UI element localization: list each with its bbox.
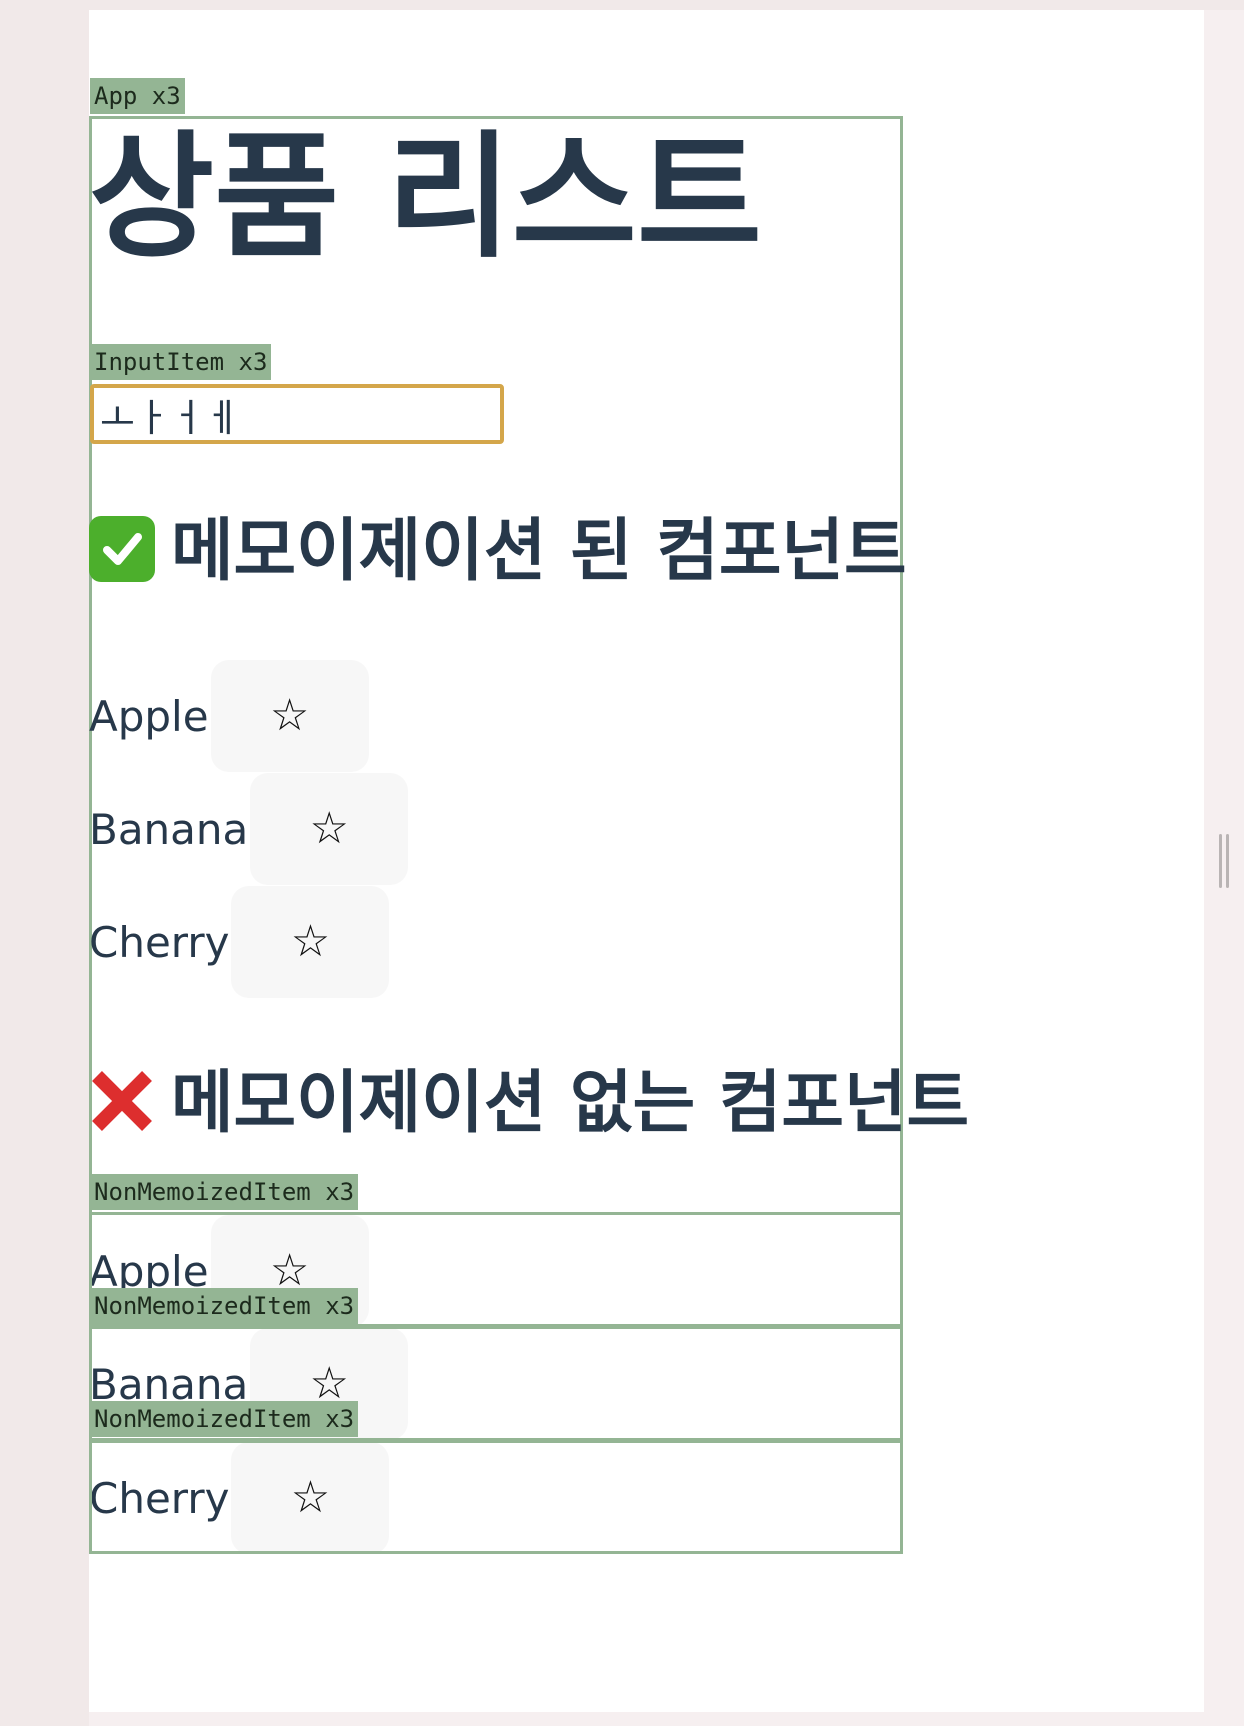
product-input[interactable] — [94, 388, 500, 440]
non-memoized-render-tag: NonMemoizedItem x3 — [90, 1174, 359, 1210]
item-label: Apple — [89, 691, 209, 741]
memoized-heading-text: 메모이제이션 된 컴포넌트 — [171, 512, 907, 591]
page-title: 상품 리스트 — [89, 119, 762, 277]
input-render-tag: InputItem x3 — [90, 344, 272, 380]
memoized-item-banana: Banana ☆ — [89, 773, 409, 885]
cross-mark-icon — [89, 1068, 155, 1134]
favorite-star-button[interactable]: ☆ — [231, 886, 390, 998]
star-icon: ☆ — [309, 804, 349, 853]
app-render-tag: App x3 — [90, 78, 185, 114]
non-memoized-heading-text: 메모이제이션 없는 컴포넌트 — [171, 1064, 970, 1143]
non-memoized-render-box — [89, 1440, 903, 1554]
product-input-field[interactable] — [90, 384, 504, 444]
star-icon: ☆ — [290, 917, 331, 966]
item-label: Cherry — [89, 917, 230, 967]
memoized-item-apple: Apple ☆ — [89, 660, 369, 772]
star-icon: ☆ — [269, 691, 310, 740]
non-memoized-render-tag: NonMemoizedItem x3 — [90, 1401, 359, 1437]
favorite-star-button[interactable]: ☆ — [250, 773, 409, 885]
item-label: Banana — [89, 804, 249, 854]
non-memoized-heading: 메모이제이션 없는 컴포넌트 — [89, 1064, 969, 1144]
memoized-heading: 메모이제이션 된 컴포넌트 — [89, 512, 907, 592]
memoized-item-cherry: Cherry ☆ — [89, 886, 390, 998]
bottom-strip — [89, 1712, 1204, 1726]
favorite-star-button[interactable]: ☆ — [210, 660, 369, 772]
non-memoized-render-tag: NonMemoizedItem x3 — [90, 1288, 359, 1324]
check-mark-icon — [89, 516, 155, 582]
resize-handle[interactable] — [1219, 834, 1229, 888]
